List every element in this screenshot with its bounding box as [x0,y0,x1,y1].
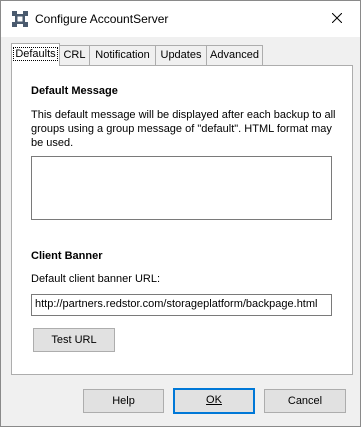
cancel-button[interactable]: Cancel [264,389,346,413]
tab-advanced[interactable]: Advanced [206,45,263,65]
title-bar: Configure AccountServer [1,1,360,37]
tab-label: CRL [63,49,86,61]
tab-label: Updates [160,49,202,61]
client-banner-heading: Client Banner [31,250,103,262]
app-gear-icon [12,11,28,27]
banner-url-label: Default client banner URL: [31,273,161,285]
close-button[interactable] [314,1,360,37]
cancel-button-label: Cancel [287,395,323,407]
test-url-button[interactable]: Test URL [33,328,115,352]
banner-url-input[interactable]: http://partners.redstor.com/storageplatf… [31,294,332,316]
window-title: Configure AccountServer [35,12,169,26]
configure-dialog: Configure AccountServer Defaults CRL Not… [0,0,361,427]
default-message-heading: Default Message [31,85,118,97]
ok-button-label: OK [206,394,222,406]
tab-label: Defaults [13,47,58,61]
defaults-panel: Default Message This default message wil… [11,65,353,375]
dialog-footer: Help OK Cancel [1,381,360,426]
help-button[interactable]: Help [83,389,164,413]
default-message-textarea[interactable] [31,156,332,220]
tab-defaults[interactable]: Defaults [11,43,60,66]
tab-crl[interactable]: CRL [59,45,90,65]
ok-button[interactable]: OK [173,388,255,414]
tab-notification[interactable]: Notification [89,45,156,65]
tab-updates[interactable]: Updates [155,45,207,65]
default-message-description: This default message will be displayed a… [31,109,336,149]
close-icon [331,12,343,26]
tab-label: Notification [95,49,150,61]
tab-label: Advanced [210,49,259,61]
